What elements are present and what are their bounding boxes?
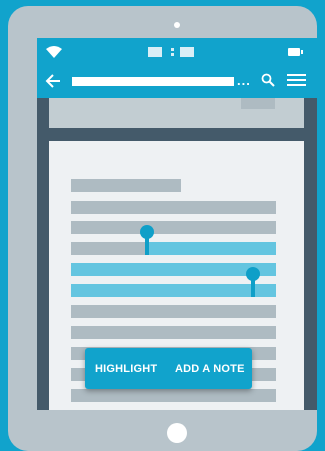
text-line [71,221,276,234]
title-ellipsis: ... [237,73,251,88]
selected-text-line[interactable] [147,242,276,255]
highlight-button[interactable]: HIGHLIGHT [95,363,157,375]
status-time [148,47,196,57]
text-line [71,389,276,402]
menu-icon[interactable] [287,74,306,89]
add-note-button[interactable]: ADD A NOTE [175,363,245,375]
text-line [71,305,276,318]
text-line [71,326,276,339]
status-bar [37,38,317,64]
document-title [72,77,234,86]
app-toolbar: ... [37,64,317,98]
search-icon[interactable] [261,73,275,87]
page-tab [241,98,275,109]
selection-context-menu: HIGHLIGHT ADD A NOTE [85,348,252,389]
camera-icon [174,22,180,28]
home-button[interactable] [167,423,187,443]
heading-placeholder [71,179,181,192]
previous-page [49,98,304,128]
battery-icon [288,48,303,56]
selection-end-handle[interactable] [246,267,260,297]
wifi-icon [46,46,62,58]
back-arrow-icon[interactable] [44,72,62,90]
text-line [71,201,276,214]
selection-start-handle[interactable] [140,225,154,255]
text-line [71,242,147,255]
